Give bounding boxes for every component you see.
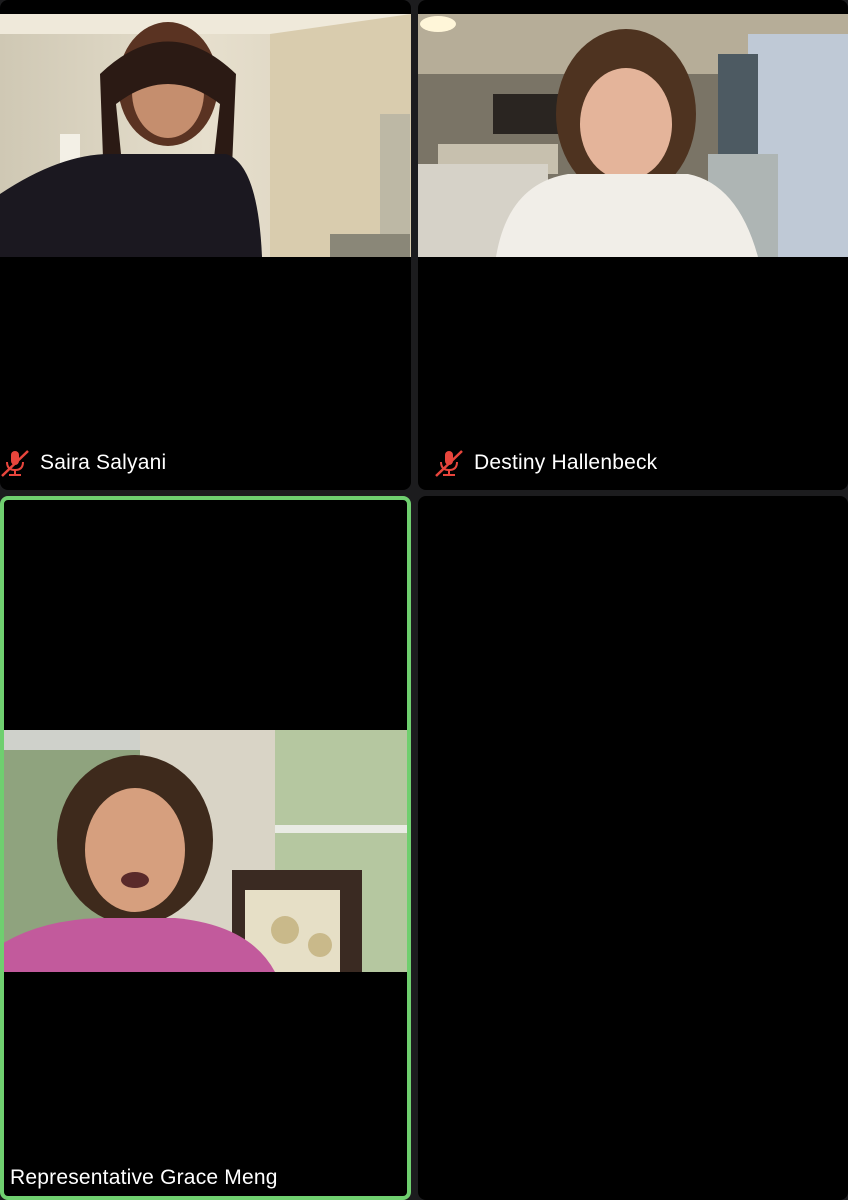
participant-tile-grace-meng[interactable]: Representative Grace Meng (0, 496, 411, 1200)
participant-name-bar: Destiny Hallenbeck (434, 448, 657, 478)
participant-name-bar: Representative Grace Meng (10, 1166, 278, 1190)
participant-video-saira-salyani (0, 14, 411, 257)
participant-name: Representative Grace Meng (10, 1166, 278, 1189)
video-grid: Saira Salyani Destiny Hallenbeck Represe… (0, 0, 848, 1200)
participant-name: Destiny Hallenbeck (474, 451, 658, 474)
mic-muted-icon (434, 448, 464, 478)
participant-name: Saira Salyani (40, 451, 167, 474)
empty-tile (418, 496, 848, 1200)
participant-tile-destiny-hallenbeck[interactable]: Destiny Hallenbeck (418, 0, 848, 490)
participant-name-bar: Saira Salyani (0, 448, 166, 478)
mic-muted-icon (0, 448, 30, 478)
participant-video-destiny-hallenbeck (418, 14, 848, 257)
participant-tile-saira-salyani[interactable]: Saira Salyani (0, 0, 411, 490)
participant-video-grace-meng (4, 730, 407, 972)
